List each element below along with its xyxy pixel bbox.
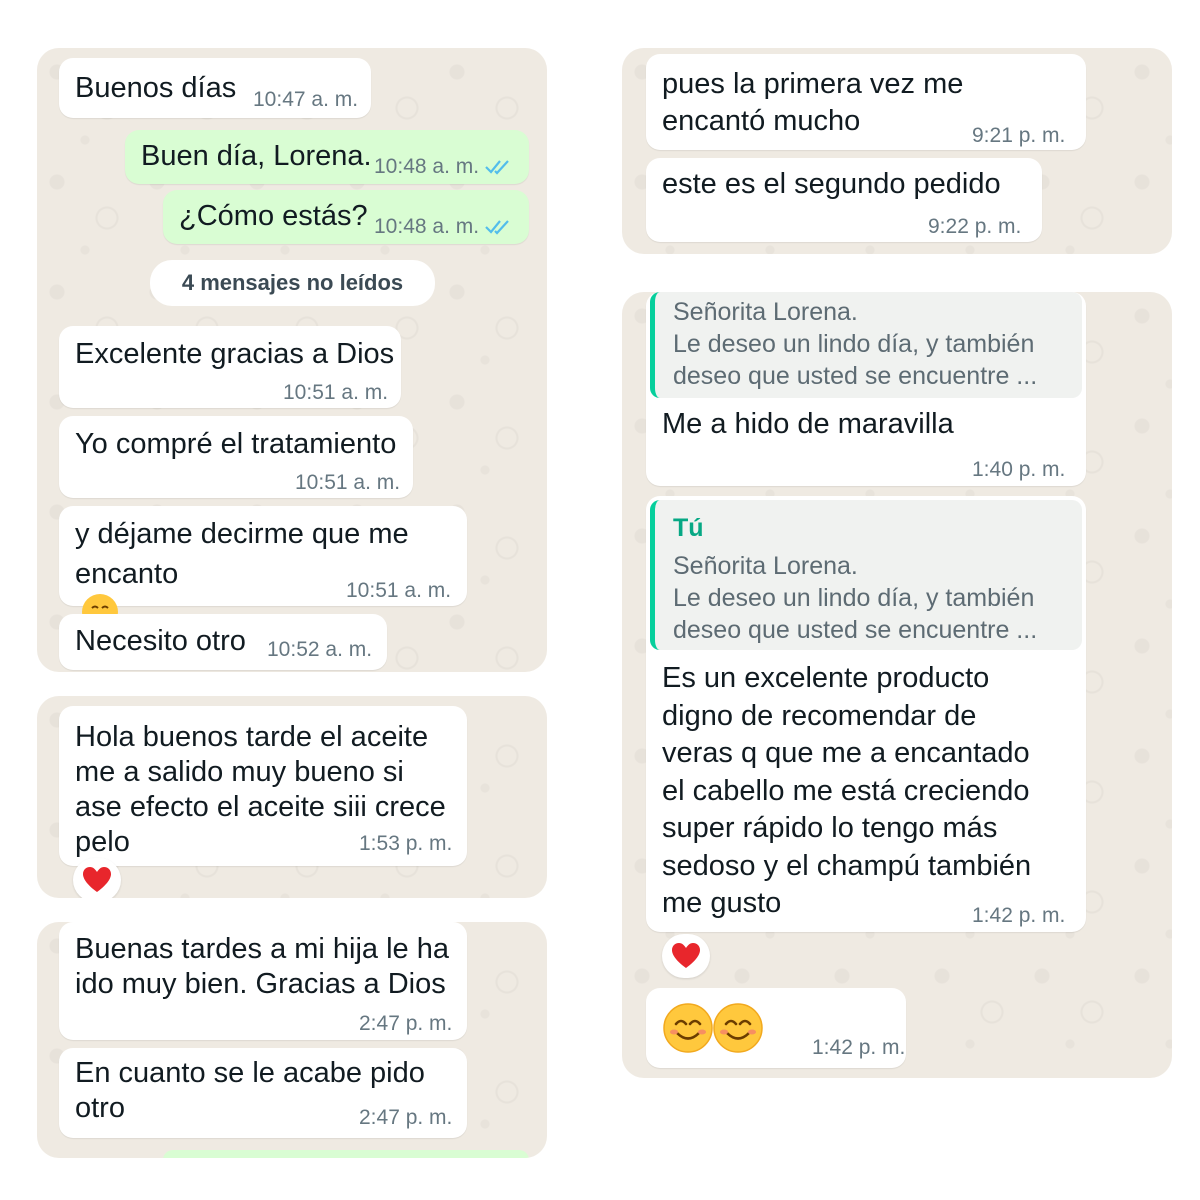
- message-text: ¿Cómo estás?: [179, 200, 368, 232]
- chat-panel-2: Hola buenos tarde el aceite me a salido …: [37, 696, 547, 898]
- message-incoming-reply[interactable]: Tú Señorita Lorena. Le deseo un lindo dí…: [646, 496, 1086, 932]
- message-text: Me a hido de maravilla: [662, 408, 954, 440]
- heart-reaction[interactable]: [73, 858, 121, 898]
- quoted-message-text: Señorita Lorena. Le deseo un lindo día, …: [673, 298, 1038, 390]
- message-text: Buen día, Lorena.: [141, 140, 372, 172]
- message-time: 1:53 p. m.: [359, 832, 453, 855]
- message-incoming[interactable]: este es el segundo pedido 9:22 p. m.: [646, 158, 1042, 242]
- message-time: 10:51 a. m.: [283, 381, 389, 404]
- outgoing-bubble-edge: [163, 1150, 529, 1158]
- message-text-line-1: y déjame decirme que me: [75, 518, 409, 550]
- message-incoming[interactable]: Excelente gracias a Dios 10:51 a. m.: [59, 326, 401, 408]
- message-time: 10:48 a. m.: [374, 155, 511, 179]
- message-outgoing[interactable]: Buen día, Lorena. 10:48 a. m.: [125, 130, 529, 184]
- chat-panel-4: pues la primera vez me encantó mucho 9:2…: [622, 48, 1172, 254]
- double-check-icon: [485, 160, 509, 175]
- heart-reaction-icon: [83, 867, 111, 892]
- message-time: 10:47 a. m.: [253, 88, 359, 111]
- message-time: 9:21 p. m.: [972, 124, 1066, 147]
- quoted-message[interactable]: Señorita Lorena. Le deseo un lindo día, …: [650, 292, 1082, 398]
- message-text: encanto: [75, 558, 179, 590]
- message-incoming[interactable]: Buenas tardes a mi hija le ha ido muy bi…: [59, 922, 467, 1040]
- message-text: Necesito otro: [75, 625, 246, 657]
- double-check-icon: [485, 220, 509, 235]
- chat-panel-3: Buenas tardes a mi hija le ha ido muy bi…: [37, 922, 547, 1158]
- message-incoming[interactable]: Necesito otro 10:52 a. m.: [59, 614, 387, 670]
- time-value: 10:48 a. m.: [374, 215, 480, 238]
- smiling-face-emoji: [662, 1002, 714, 1063]
- quoted-message[interactable]: Tú Señorita Lorena. Le deseo un lindo dí…: [650, 500, 1082, 650]
- message-incoming[interactable]: Yo compré el tratamiento 10:51 a. m.: [59, 416, 413, 498]
- message-incoming-reply[interactable]: Señorita Lorena. Le deseo un lindo día, …: [646, 292, 1086, 486]
- message-time: 10:48 a. m.: [374, 215, 511, 239]
- chat-panel-5: Señorita Lorena. Le deseo un lindo día, …: [622, 292, 1172, 1078]
- message-incoming[interactable]: Hola buenos tarde el aceite me a salido …: [59, 706, 467, 866]
- message-time: 1:42 p. m.: [972, 904, 1066, 927]
- smiling-face-emoji: [712, 1002, 764, 1063]
- chat-panel-1: Buenos días 10:47 a. m. Buen día, Lorena…: [37, 48, 547, 672]
- message-time: 1:40 p. m.: [972, 458, 1066, 481]
- heart-reaction[interactable]: [662, 934, 710, 978]
- message-text: Yo compré el tratamiento: [75, 428, 397, 460]
- message-incoming-emoji[interactable]: 1:42 p. m.: [646, 988, 906, 1068]
- message-time: 1:42 p. m.: [812, 1036, 906, 1059]
- message-time: 2:47 p. m.: [359, 1106, 453, 1129]
- message-time: 10:51 a. m.: [346, 579, 452, 602]
- message-text: pues la primera vez me encantó mucho: [662, 68, 964, 137]
- unread-messages-divider: 4 mensajes no leídos: [150, 260, 435, 306]
- message-time: 10:52 a. m.: [267, 638, 373, 661]
- message-text: Es un excelente producto digno de recome…: [662, 662, 1032, 919]
- message-time: 9:22 p. m.: [928, 215, 1022, 238]
- message-time: 10:51 a. m.: [295, 471, 401, 494]
- message-text: este es el segundo pedido: [662, 168, 1001, 200]
- message-time: 2:47 p. m.: [359, 1012, 453, 1035]
- quoted-sender: Tú: [673, 514, 704, 542]
- message-incoming[interactable]: pues la primera vez me encantó mucho 9:2…: [646, 54, 1086, 150]
- message-outgoing[interactable]: ¿Cómo estás? 10:48 a. m.: [163, 190, 529, 244]
- time-value: 10:48 a. m.: [374, 155, 480, 178]
- message-text: Buenos días: [75, 72, 237, 104]
- quoted-message-text: Señorita Lorena. Le deseo un lindo día, …: [673, 552, 1038, 644]
- message-incoming[interactable]: y déjame decirme que me encanto 10:51 a.…: [59, 506, 467, 631]
- heart-reaction-icon: [672, 943, 700, 968]
- message-incoming[interactable]: En cuanto se le acabe pido otro 2:47 p. …: [59, 1048, 467, 1138]
- message-text: Buenas tardes a mi hija le ha ido muy bi…: [75, 933, 449, 1000]
- message-text: Excelente gracias a Dios: [75, 338, 395, 370]
- message-incoming[interactable]: Buenos días 10:47 a. m.: [59, 58, 371, 118]
